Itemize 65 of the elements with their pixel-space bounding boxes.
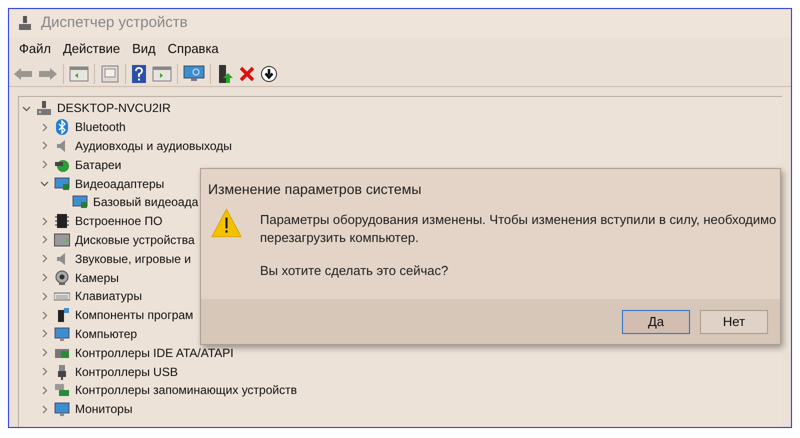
dialog-title: Изменение параметров системы: [207, 180, 422, 199]
expanded-chevron-icon[interactable]: [40, 179, 49, 188]
collapsed-chevron-icon[interactable]: [40, 216, 49, 226]
tree-item[interactable]: Встроенное ПО: [75, 212, 162, 230]
monitor-icon: [54, 401, 70, 418]
tree-item[interactable]: Базовый видеоада: [93, 193, 198, 212]
tree-item[interactable]: Звуковые, игровые и: [75, 250, 191, 268]
panel-icon[interactable]: [152, 64, 172, 82]
collapsed-chevron-icon[interactable]: [40, 141, 49, 150]
tree-item[interactable]: Видеоадаптеры: [75, 174, 164, 193]
computer-tower-icon: [36, 100, 52, 116]
disk-drive-icon: [54, 232, 70, 248]
collapsed-chevron-icon[interactable]: [40, 404, 49, 414]
tree-item[interactable]: Дисковые устройства: [75, 230, 195, 249]
delete-icon[interactable]: [239, 66, 255, 82]
collapsed-chevron-icon[interactable]: [40, 273, 49, 282]
collapsed-chevron-icon[interactable]: [40, 386, 49, 395]
collapsed-chevron-icon[interactable]: [40, 292, 49, 301]
device-update-icon[interactable]: [216, 64, 234, 84]
tree-item[interactable]: Контроллеры запоминающих устройств: [75, 381, 297, 400]
collapsed-chevron-icon[interactable]: [40, 367, 49, 376]
help-icon[interactable]: [131, 64, 147, 84]
storage-controller-icon: [54, 382, 70, 398]
dialog-button[interactable]: Да: [622, 310, 690, 334]
tree-item[interactable]: Компьютер: [75, 324, 138, 343]
collapsed-chevron-icon[interactable]: [40, 122, 49, 132]
menu-item[interactable]: Справка: [162, 39, 225, 59]
menu-item[interactable]: Вид: [126, 39, 162, 59]
collapsed-chevron-icon[interactable]: [40, 348, 49, 358]
chip-icon: [54, 213, 70, 230]
forward-arrow-icon[interactable]: [38, 66, 58, 82]
monitor-scan-icon[interactable]: [183, 64, 205, 82]
collapsed-chevron-icon[interactable]: [40, 254, 49, 264]
panel-icon[interactable]: [69, 64, 89, 82]
tree-item[interactable]: Контроллеры USB: [75, 362, 178, 381]
tree-item[interactable]: Клавиатуры: [75, 287, 142, 306]
back-arrow-icon[interactable]: [13, 66, 33, 82]
monitor-card-icon: [54, 176, 70, 192]
tree-item[interactable]: Компоненты програм: [75, 306, 194, 324]
dialog-button[interactable]: Нет: [700, 310, 768, 334]
dialog-question: Вы хотите сделать это сейчас?: [260, 262, 450, 280]
tree-item[interactable]: Камеры: [75, 268, 119, 287]
collapsed-chevron-icon[interactable]: [40, 235, 49, 244]
monitor-card-icon: [72, 194, 88, 210]
tree-item[interactable]: Контроллеры IDE ATA/ATAPI: [75, 344, 234, 362]
properties-icon[interactable]: [100, 64, 120, 82]
warning-icon: [211, 207, 242, 239]
collapsed-chevron-icon[interactable]: [40, 329, 49, 338]
dialog-message: Параметры оборудования изменены. Чтобы изменения вступили в силу, необходимо перезагрузить компьютер.: [260, 211, 778, 247]
menu-item[interactable]: Действие: [56, 39, 126, 59]
collapsed-chevron-icon[interactable]: [40, 310, 49, 320]
tree-item[interactable]: Bluetooth: [75, 118, 126, 136]
bluetooth-icon: [54, 119, 70, 136]
webcam-icon: [54, 270, 70, 286]
expanded-chevron-icon[interactable]: [22, 104, 31, 113]
device-manager-icon: [17, 15, 33, 31]
monitor-icon: [54, 326, 70, 342]
tree-item[interactable]: Батареи: [75, 156, 122, 174]
tree-item[interactable]: Мониторы: [75, 400, 132, 418]
window-title: Диспетчер устройств: [41, 12, 188, 33]
download-circle-icon[interactable]: [260, 64, 278, 82]
menu-item[interactable]: Файл: [13, 39, 57, 59]
tree-item[interactable]: DESKTOP-NVCU2IR: [57, 99, 171, 118]
tree-item[interactable]: Аудиовходы и аудиовыходы: [75, 136, 232, 155]
collapsed-chevron-icon[interactable]: [40, 160, 49, 170]
